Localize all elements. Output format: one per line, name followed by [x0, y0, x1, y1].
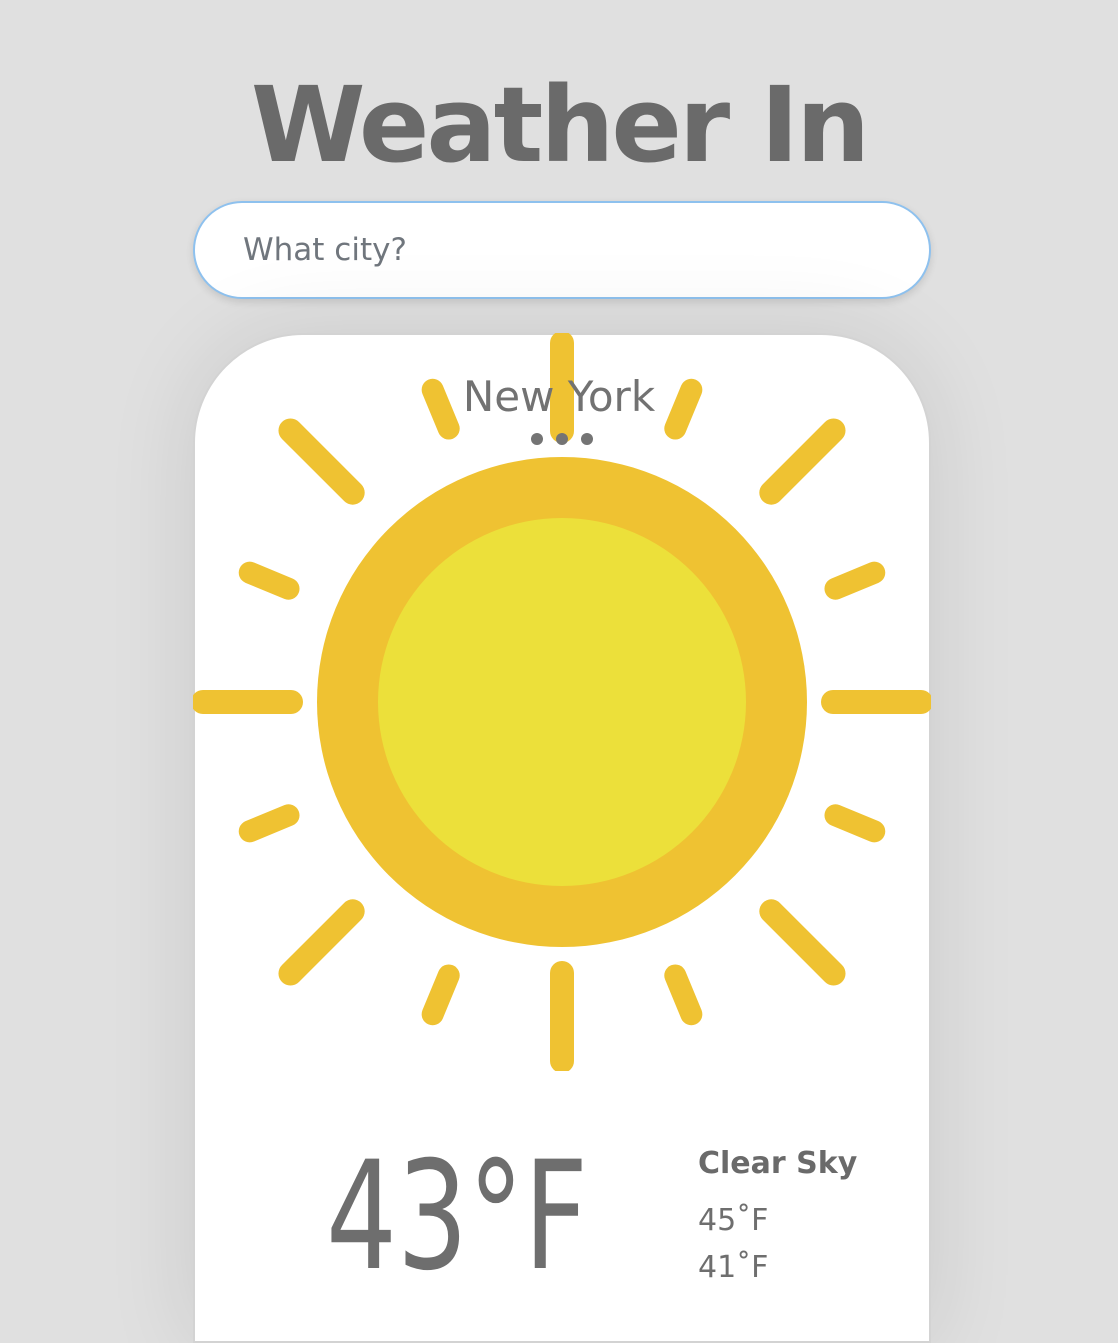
- sun-ray: [824, 804, 886, 843]
- loading-dot: [531, 433, 543, 445]
- loading-dots: [531, 433, 593, 445]
- sun-ray: [664, 964, 703, 1026]
- sun-ray: [238, 561, 300, 600]
- sun-ray: [278, 899, 365, 986]
- city-search-input[interactable]: [193, 201, 931, 299]
- sun-ray: [824, 561, 886, 600]
- sun-ray: [759, 899, 846, 986]
- sun-ray: [759, 418, 846, 505]
- sun-ray: [278, 418, 365, 505]
- current-temperature: 43°F: [326, 1130, 588, 1304]
- weather-condition: Clear Sky: [698, 1146, 858, 1181]
- loading-dot: [556, 433, 568, 445]
- city-name: New York: [462, 372, 656, 421]
- low-temperature: 41˚F: [698, 1250, 769, 1285]
- current-temperature-value: 43°F: [326, 1130, 588, 1288]
- loading-dot: [581, 433, 593, 445]
- high-temperature: 45˚F: [698, 1203, 769, 1238]
- app-title: Weather In: [250, 64, 870, 186]
- sun-ray: [421, 964, 460, 1026]
- sun-ray: [238, 804, 300, 843]
- sun-inner-disc: [378, 518, 746, 886]
- current-temperature-block: 43°F: [326, 1118, 626, 1304]
